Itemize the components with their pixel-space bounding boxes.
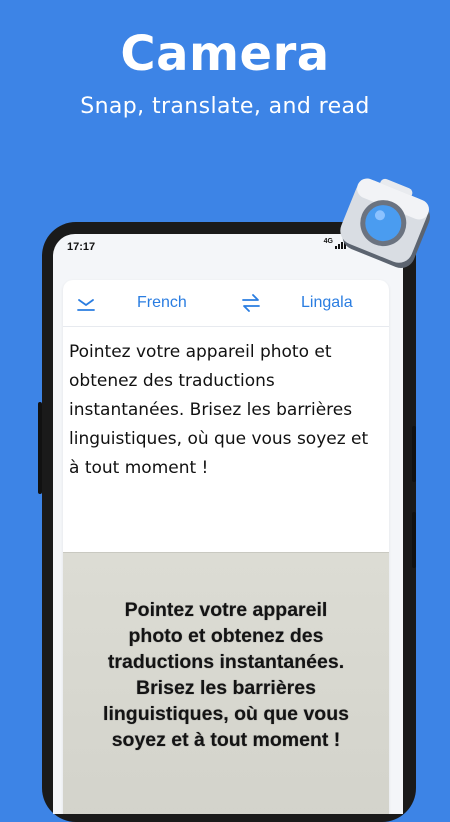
- photo-text-line: traductions instantanées.: [107, 651, 345, 673]
- source-language-button[interactable]: French: [137, 294, 187, 312]
- camera-photo-preview: Pointez votre appareil photo et obtenez …: [63, 552, 389, 814]
- photo-text-line: photo et obtenez des: [128, 625, 324, 647]
- chevron-down-icon: [77, 299, 95, 311]
- target-language-button[interactable]: Lingala: [301, 294, 353, 312]
- translator-card: French Lingala Pointez votre appareil ph…: [63, 280, 389, 814]
- phone-side-button-right-bottom: [412, 512, 416, 568]
- swap-languages-button[interactable]: [239, 292, 263, 314]
- source-text-area[interactable]: Pointez votre appareil photo et obtenez …: [69, 338, 375, 483]
- promo-title: Camera: [120, 26, 330, 82]
- collapse-button[interactable]: [75, 292, 97, 314]
- swap-icon: [242, 294, 260, 312]
- promo-subtitle: Snap, translate, and read: [80, 94, 370, 119]
- photo-text-line: Brisez les barrières: [136, 677, 316, 699]
- photo-text-line: linguistiques, où que vous: [103, 703, 349, 725]
- phone-side-button-right-top: [412, 426, 416, 482]
- phone-screen: 17:17 4G French Lingala Pointez votre ap…: [53, 234, 403, 814]
- photo-text: Pointez votre appareil photo et obtenez …: [71, 597, 381, 753]
- status-time: 17:17: [67, 241, 96, 253]
- photo-text-line: soyez et à tout moment !: [111, 729, 341, 751]
- camera-icon: [340, 178, 430, 268]
- photo-text-line: Pointez votre appareil: [124, 599, 328, 621]
- phone-side-button-left: [38, 402, 42, 494]
